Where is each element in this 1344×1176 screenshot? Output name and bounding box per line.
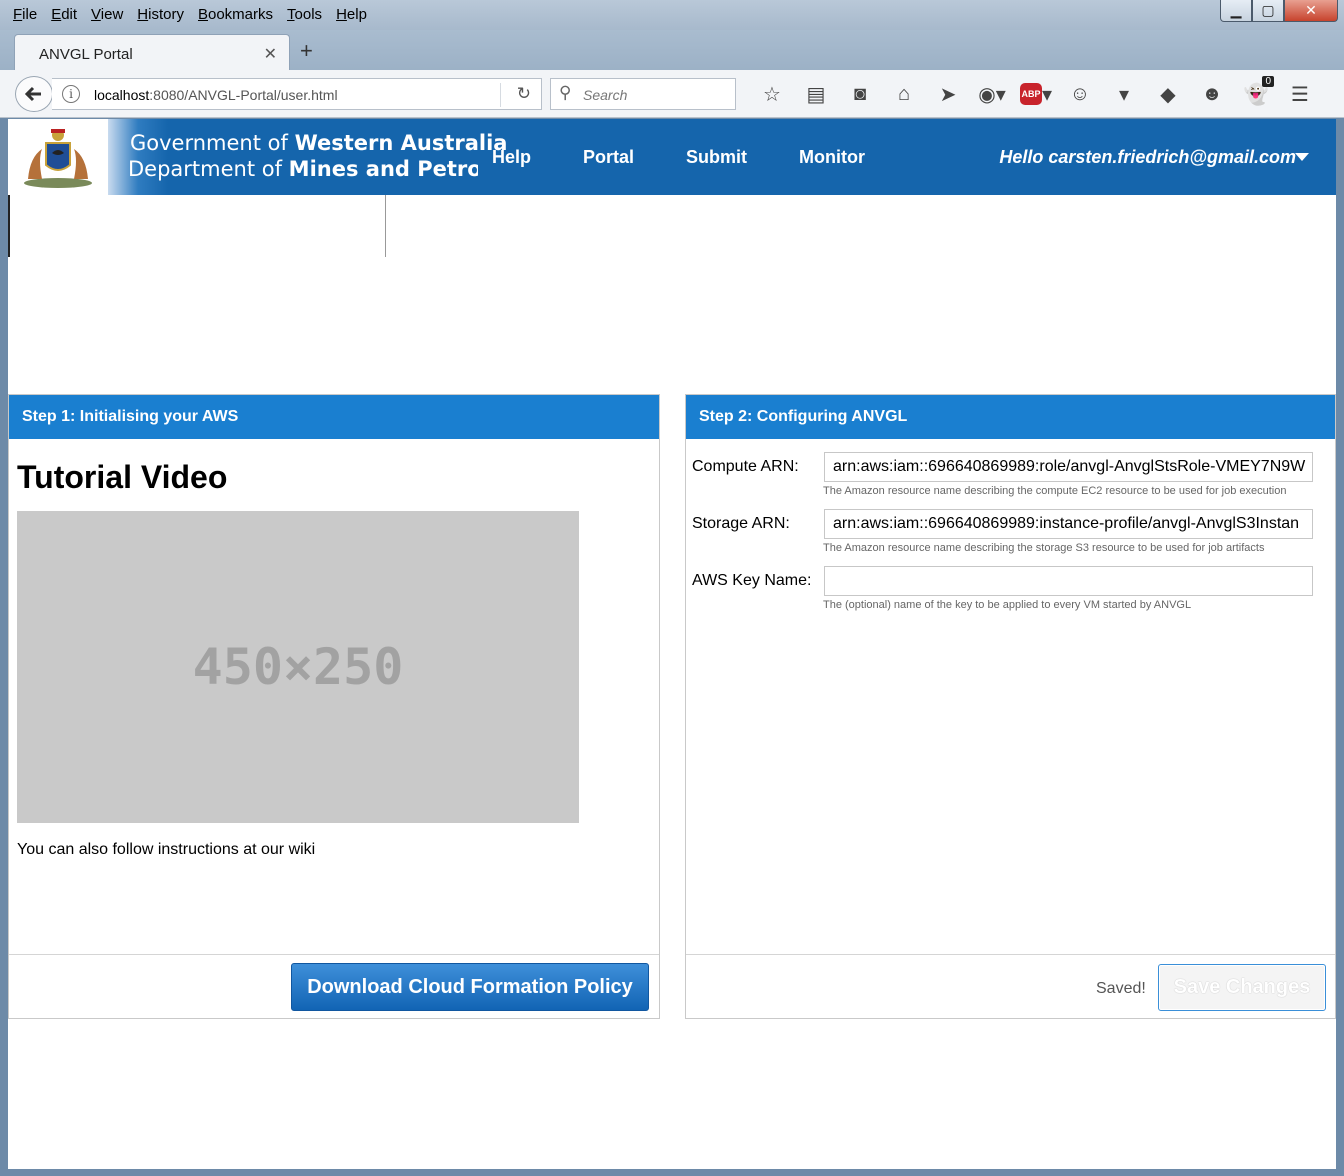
bookmark-star-icon[interactable]: ☆: [750, 80, 794, 108]
menu-tools[interactable]: Tools: [280, 4, 329, 26]
minimize-button[interactable]: ▁: [1220, 0, 1252, 22]
tutorial-heading: Tutorial Video: [17, 459, 228, 495]
back-button[interactable]: [15, 76, 53, 112]
new-tab-icon[interactable]: +: [300, 38, 313, 64]
reload-icon[interactable]: ↻: [517, 84, 531, 104]
nav-submit[interactable]: Submit: [686, 147, 747, 168]
dropdown-arrow-icon[interactable]: ▾: [1102, 80, 1146, 108]
compute-arn-input[interactable]: arn:aws:iam::696640869989:role/anvgl-Anv…: [824, 452, 1313, 482]
gov-title-line1: Government of Western Australia: [130, 131, 507, 155]
menu-view[interactable]: View: [84, 4, 130, 26]
saved-status: Saved!: [1096, 980, 1146, 997]
page-viewport: Government of Western Australia Departme…: [8, 119, 1336, 1169]
main-nav: Help Portal Submit Monitor: [492, 147, 917, 168]
browser-tab[interactable]: ANVGL Portal ✕: [14, 34, 290, 70]
aws-key-name-input[interactable]: [824, 566, 1313, 596]
step1-panel: Step 1: Initialising your AWS Tutorial V…: [8, 394, 660, 1019]
menu-history[interactable]: History: [130, 4, 191, 26]
hamburger-menu-icon[interactable]: ☰: [1278, 80, 1322, 108]
splitter-divider: [385, 195, 386, 257]
aws-key-name-row: AWS Key Name:: [692, 566, 1313, 596]
gov-line1-prefix: Government of: [130, 131, 295, 155]
extension-menu-icon[interactable]: ◉▾: [970, 80, 1014, 108]
search-bar[interactable]: ⚲ Search: [550, 78, 736, 110]
aws-key-name-help: The (optional) name of the key to be app…: [823, 599, 1192, 611]
back-arrow-icon: [24, 86, 41, 102]
ghostery-icon[interactable]: 👻 0: [1234, 76, 1278, 108]
gov-line1-strong: Western Australia: [294, 131, 508, 155]
nav-monitor[interactable]: Monitor: [799, 147, 865, 168]
menu-file[interactable]: File: [6, 4, 44, 26]
step1-footer-divider: [9, 954, 659, 955]
maximize-button[interactable]: ▢: [1252, 0, 1284, 22]
url-bar[interactable]: i localhost:8080/ANVGL-Portal/user.html …: [52, 78, 542, 110]
chat-icon[interactable]: ☻: [1190, 80, 1234, 108]
url-text[interactable]: localhost:8080/ANVGL-Portal/user.html: [94, 87, 338, 103]
gov-line2-strong: Mines and Petroleum: [288, 157, 478, 181]
storage-arn-label: Storage ARN:: [692, 515, 790, 532]
menu-edit[interactable]: Edit: [44, 4, 84, 26]
storage-arn-help: The Amazon resource name describing the …: [823, 542, 1265, 554]
search-placeholder: Search: [583, 87, 628, 103]
close-tab-icon[interactable]: ✕: [264, 44, 277, 64]
tab-title: ANVGL Portal: [39, 46, 133, 63]
step2-footer-divider: [686, 954, 1335, 955]
nav-help[interactable]: Help: [492, 147, 531, 168]
step2-header: Step 2: Configuring ANVGL: [686, 395, 1335, 439]
close-window-button[interactable]: ✕: [1284, 0, 1338, 22]
coat-of-arms-icon: [24, 129, 92, 188]
adblock-label: ABP: [1019, 83, 1042, 105]
storage-arn-row: Storage ARN: arn:aws:iam::696640869989:i…: [692, 509, 1313, 539]
site-header: Government of Western Australia Departme…: [8, 119, 1336, 195]
aws-key-name-label: AWS Key Name:: [692, 572, 812, 589]
search-icon: ⚲: [559, 83, 572, 102]
nav-portal[interactable]: Portal: [583, 147, 634, 168]
tab-strip: ANVGL Portal ✕ +: [0, 30, 1344, 70]
step2-panel: Step 2: Configuring ANVGL Compute ARN: a…: [685, 394, 1336, 1019]
storage-arn-input[interactable]: arn:aws:iam::696640869989:instance-profi…: [824, 509, 1313, 539]
bookmarks-list-icon[interactable]: ▤: [794, 80, 838, 108]
gov-line2-prefix: Department of: [128, 157, 289, 181]
url-separator: [500, 83, 501, 107]
left-divider: [8, 195, 10, 257]
step1-header: Step 1: Initialising your AWS: [9, 395, 659, 439]
navigation-toolbar: i localhost:8080/ANVGL-Portal/user.html …: [0, 70, 1344, 118]
tutorial-video-placeholder[interactable]: 450×250: [17, 511, 579, 823]
url-host: localhost: [94, 87, 150, 103]
gov-title-line2: Department of Mines and Petroleum: [128, 157, 478, 181]
sync-icon[interactable]: ◆: [1146, 80, 1190, 108]
window-titlebar: File Edit View History Bookmarks Tools H…: [0, 0, 1344, 30]
menu-bar: File Edit View History Bookmarks Tools H…: [6, 4, 374, 26]
compute-arn-help: The Amazon resource name describing the …: [823, 485, 1287, 497]
menu-help[interactable]: Help: [329, 4, 374, 26]
pocket-icon[interactable]: ◙: [838, 80, 882, 108]
home-icon[interactable]: ⌂: [882, 80, 926, 108]
user-menu-caret-icon[interactable]: [1295, 153, 1309, 161]
toolbar-icons: ☆ ▤ ◙ ⌂ ➤ ◉▾ ABP ▾ ☺ ▾ ◆ ☻ 👻 0 ☰: [750, 76, 1322, 108]
save-changes-button[interactable]: Save Changes: [1158, 964, 1326, 1011]
url-path: :8080/ANVGL-Portal/user.html: [149, 87, 338, 103]
wiki-instructions-text: You can also follow instructions at our …: [17, 841, 316, 858]
adblock-icon[interactable]: ABP ▾: [1014, 80, 1058, 108]
menu-bookmarks[interactable]: Bookmarks: [191, 4, 280, 26]
greasemonkey-icon[interactable]: ☺: [1058, 80, 1102, 108]
user-menu[interactable]: Hello carsten.friedrich@gmail.com: [999, 147, 1296, 168]
window-controls: ▁ ▢ ✕: [1220, 0, 1338, 22]
download-cloud-formation-button[interactable]: Download Cloud Formation Policy: [291, 963, 649, 1011]
notification-count-badge: 0: [1262, 76, 1274, 87]
compute-arn-label: Compute ARN:: [692, 458, 799, 475]
info-icon[interactable]: i: [62, 85, 80, 103]
site-logo[interactable]: Government of Western Australia Departme…: [8, 119, 507, 195]
send-icon[interactable]: ➤: [926, 80, 970, 108]
compute-arn-row: Compute ARN: arn:aws:iam::696640869989:r…: [692, 452, 1313, 482]
